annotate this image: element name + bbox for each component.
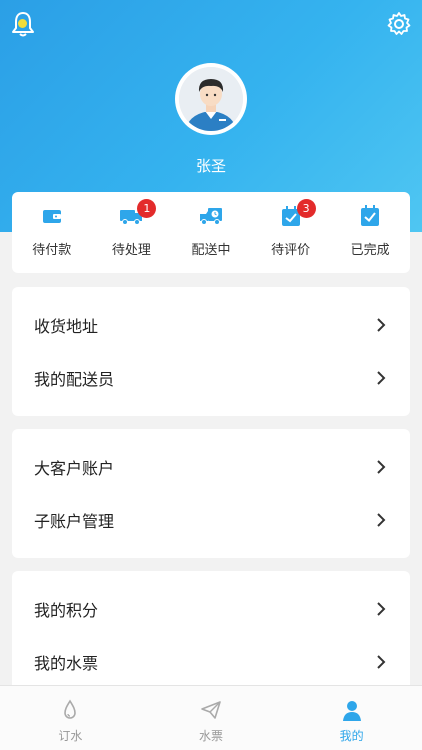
menu-label: 我的积分 xyxy=(34,600,99,620)
bottom-tab-bar: 订水 水票 我的 xyxy=(0,685,422,750)
chevron-right-icon xyxy=(377,370,386,385)
menu-label: 子账户管理 xyxy=(34,511,115,531)
tab-mine[interactable]: 我的 xyxy=(281,686,422,750)
tab-order-water[interactable]: 订水 xyxy=(0,686,141,750)
order-delivering[interactable]: 配送中 xyxy=(171,192,251,273)
menu-group-address: 收货地址 我的配送员 xyxy=(12,287,410,416)
chevron-right-icon xyxy=(377,654,386,669)
checkbox-icon xyxy=(361,205,380,226)
tab-water-tickets[interactable]: 水票 xyxy=(141,686,282,750)
gear-icon[interactable] xyxy=(386,11,412,37)
menu-label: 我的配送员 xyxy=(34,369,115,389)
menu-label: 大客户账户 xyxy=(34,458,115,478)
notification-dot xyxy=(18,19,27,28)
chevron-right-icon xyxy=(377,317,386,332)
menu-item-key-account[interactable]: 大客户账户 xyxy=(12,440,410,493)
badge-count: 3 xyxy=(296,199,316,218)
menu-group-points: 我的积分 我的水票 xyxy=(12,571,410,700)
chevron-right-icon xyxy=(377,459,386,474)
delivery-truck-icon xyxy=(199,208,222,225)
order-to-review[interactable]: 3 待评价 xyxy=(251,192,331,273)
water-drop-icon xyxy=(64,699,77,719)
order-processing[interactable]: 1 待处理 xyxy=(92,192,172,273)
menu-item-my-courier[interactable]: 我的配送员 xyxy=(12,351,410,404)
bell-icon[interactable] xyxy=(10,10,36,38)
tab-label: 水票 xyxy=(199,729,224,743)
menu-item-my-water-tickets[interactable]: 我的水票 xyxy=(12,635,410,688)
menu-item-my-points[interactable]: 我的积分 xyxy=(12,582,410,635)
menu-item-shipping-address[interactable]: 收货地址 xyxy=(12,298,410,351)
order-label: 待评价 xyxy=(271,243,311,258)
menu-item-sub-accounts[interactable]: 子账户管理 xyxy=(12,493,410,546)
tab-label: 订水 xyxy=(58,729,83,743)
order-label: 待处理 xyxy=(111,243,151,258)
order-label: 已完成 xyxy=(350,243,390,258)
paper-plane-icon xyxy=(201,701,221,719)
menu-label: 我的水票 xyxy=(34,653,99,673)
order-label: 配送中 xyxy=(191,243,231,258)
order-label: 待付款 xyxy=(32,243,72,258)
person-icon xyxy=(342,701,361,721)
tab-label: 我的 xyxy=(339,729,364,743)
username: 张圣 xyxy=(195,157,226,175)
wallet-icon xyxy=(42,210,61,223)
badge-count: 1 xyxy=(137,199,157,218)
order-status-card: 待付款 1 待处理 配送中 3 待评价 已完成 xyxy=(12,192,410,273)
chevron-right-icon xyxy=(377,512,386,527)
menu-group-accounts: 大客户账户 子账户管理 xyxy=(12,429,410,558)
order-completed[interactable]: 已完成 xyxy=(330,192,410,273)
menu-label: 收货地址 xyxy=(34,316,99,336)
chevron-right-icon xyxy=(377,601,386,616)
avatar[interactable] xyxy=(175,63,247,135)
order-pending-payment[interactable]: 待付款 xyxy=(12,192,92,273)
